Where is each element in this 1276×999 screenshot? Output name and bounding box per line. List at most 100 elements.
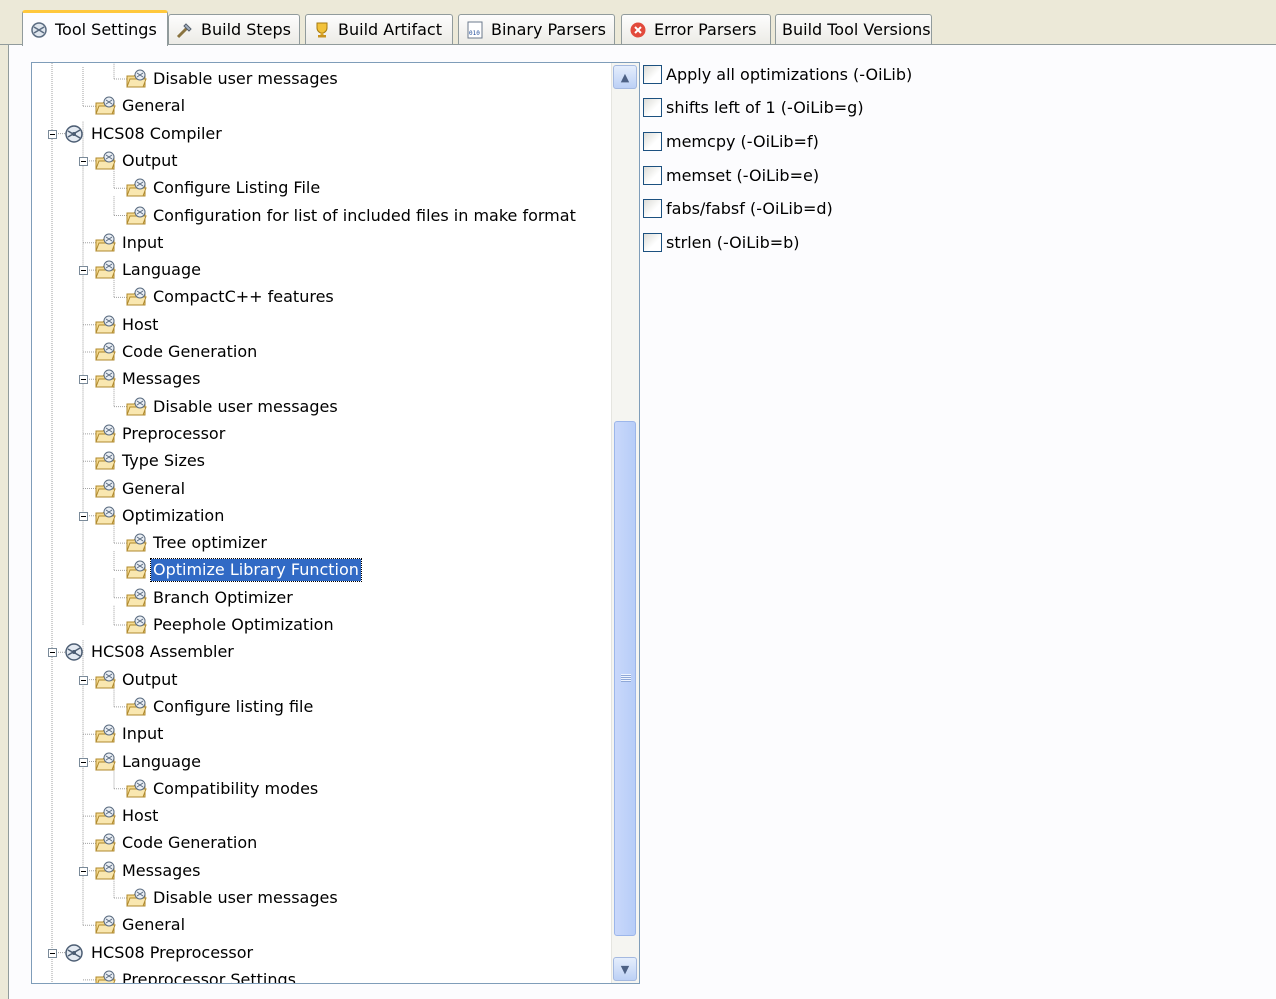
option-category-icon — [94, 723, 116, 745]
tab-label: Tool Settings — [55, 20, 157, 39]
tree-category-node[interactable]: Input — [94, 231, 165, 255]
option-category-icon — [94, 450, 116, 472]
tree-tool-node[interactable]: HCS08 Assembler — [63, 640, 236, 664]
collapse-toggle-icon[interactable] — [79, 266, 88, 276]
tree-category-node[interactable]: Messages — [94, 367, 202, 391]
tree-category-node[interactable]: Preprocessor Settings — [94, 968, 298, 983]
option-category-icon — [125, 532, 147, 554]
tree-category-node[interactable]: General — [94, 94, 187, 118]
tree-category-node[interactable]: Host — [94, 313, 160, 337]
option-category-icon — [125, 559, 147, 581]
tree-tool-node[interactable]: HCS08 Compiler — [63, 122, 224, 146]
tree-category-node[interactable]: General — [94, 477, 187, 501]
option-checkbox-row[interactable]: memcpy (-OiLib=f) — [643, 129, 819, 153]
tree-category-node[interactable]: Compatibility modes — [125, 777, 320, 801]
checkbox[interactable] — [643, 98, 662, 118]
collapse-toggle-icon[interactable] — [48, 948, 57, 958]
tree-category-node[interactable]: Branch Optimizer — [125, 586, 295, 610]
settings-tree[interactable]: Disable user messages General HCS08 Compil… — [31, 62, 640, 984]
collapse-toggle-icon[interactable] — [79, 866, 88, 876]
scroll-up-button[interactable]: ▲ — [613, 65, 637, 89]
checkbox[interactable] — [643, 199, 662, 219]
option-category-icon — [94, 314, 116, 336]
tree-category-node[interactable]: Input — [94, 722, 165, 746]
checkbox[interactable] — [643, 233, 662, 252]
collapse-toggle-icon[interactable] — [79, 675, 88, 685]
option-checkbox-row[interactable]: shifts left of 1 (-OiLib=g) — [643, 96, 864, 120]
binary-icon: 010 — [465, 20, 485, 40]
tree-category-node[interactable]: Tree optimizer — [125, 531, 269, 555]
option-checkbox-row[interactable]: strlen (-OiLib=b) — [643, 231, 800, 255]
option-category-icon — [94, 969, 116, 983]
tree-node-label: Messages — [122, 369, 201, 389]
option-category-icon — [125, 614, 147, 636]
tree-node-label: Branch Optimizer — [153, 587, 293, 607]
tab-tool-settings[interactable]: Tool Settings — [22, 10, 168, 46]
option-category-icon — [94, 505, 116, 527]
tree-category-node[interactable]: Host — [94, 804, 160, 828]
tree-node-label: CompactC++ features — [153, 287, 334, 307]
tree-category-node[interactable]: CompactC++ features — [125, 285, 336, 309]
tab-label: Binary Parsers — [491, 20, 606, 39]
tree-category-node[interactable]: Configure listing file — [125, 695, 315, 719]
tree-tool-node[interactable]: HCS08 Preprocessor — [63, 941, 255, 965]
collapse-toggle-icon[interactable] — [48, 129, 57, 139]
tree-node-label: HCS08 Assembler — [91, 642, 234, 662]
tree-category-node[interactable]: Output — [94, 668, 180, 692]
tool-settings-icon — [29, 20, 49, 40]
tree-category-node[interactable]: Messages — [94, 859, 202, 883]
option-checkbox-row[interactable]: memset (-OiLib=e) — [643, 163, 819, 187]
tree-category-node[interactable]: Code Generation — [94, 831, 259, 855]
tab-build-steps[interactable]: Build Steps — [168, 14, 300, 44]
tree-node-label: Configure listing file — [153, 696, 314, 716]
option-checkbox-row[interactable]: fabs/fabsf (-OiLib=d) — [643, 197, 833, 221]
tree-node-label: General — [122, 478, 186, 498]
option-checkbox-row[interactable]: Apply all optimizations (-OiLib) — [643, 62, 912, 86]
scroll-down-button[interactable]: ▼ — [613, 957, 637, 981]
collapse-toggle-icon[interactable] — [79, 757, 88, 767]
checkbox-label: memcpy (-OiLib=f) — [666, 131, 819, 151]
tree-category-node[interactable]: Preprocessor — [94, 422, 227, 446]
tree-category-node[interactable]: Disable user messages — [125, 67, 340, 91]
tab-build-tool-versions[interactable]: Build Tool Versions — [775, 14, 932, 44]
checkbox[interactable] — [643, 165, 662, 185]
tree-category-node[interactable]: Disable user messages — [125, 886, 340, 910]
checkbox[interactable] — [643, 131, 662, 151]
tree-category-node[interactable]: Configuration for list of included files… — [125, 204, 578, 228]
tree-category-node[interactable]: Configure Listing File — [125, 176, 322, 200]
tab-build-artifact[interactable]: Build Artifact — [305, 14, 453, 44]
option-category-icon — [125, 587, 147, 609]
option-category-icon — [94, 95, 116, 117]
tab-label: Error Parsers — [654, 20, 757, 39]
collapse-toggle-icon[interactable] — [79, 375, 88, 385]
tree-category-node[interactable]: Language — [94, 750, 203, 774]
tab-error-parsers[interactable]: Error Parsers — [621, 14, 771, 44]
option-category-icon — [125, 396, 147, 418]
tree-category-node[interactable]: Output — [94, 149, 180, 173]
collapse-toggle-icon[interactable] — [79, 511, 88, 521]
tree-vertical-scrollbar[interactable]: ▲ ▼ — [611, 63, 639, 983]
collapse-toggle-icon[interactable] — [48, 648, 57, 658]
option-category-icon — [125, 778, 147, 800]
collapse-toggle-icon[interactable] — [79, 156, 88, 166]
tree-node-label: Messages — [122, 860, 201, 880]
tree-node-label: Code Generation — [122, 833, 258, 853]
option-category-icon — [94, 368, 116, 390]
scroll-thumb[interactable] — [614, 421, 636, 936]
option-category-icon — [94, 805, 116, 827]
tree-category-node[interactable]: Code Generation — [94, 340, 259, 364]
tab-binary-parsers[interactable]: 010 Binary Parsers — [458, 14, 615, 44]
tree-category-node[interactable]: Optimize Library Function — [125, 558, 362, 583]
tree-category-node[interactable]: Optimization — [94, 504, 226, 528]
tree-category-node[interactable]: Language — [94, 258, 203, 282]
tree-node-label: Optimize Library Function — [150, 558, 362, 583]
tree-category-node[interactable]: Type Sizes — [94, 449, 207, 473]
option-category-icon — [94, 914, 116, 936]
tree-category-node[interactable]: Disable user messages — [125, 395, 340, 419]
tree-category-node[interactable]: General — [94, 913, 187, 937]
checkbox[interactable] — [643, 64, 662, 84]
tree-node-label: Output — [122, 669, 178, 689]
tree-node-label: Output — [122, 150, 178, 170]
trophy-icon — [312, 20, 332, 40]
tree-category-node[interactable]: Peephole Optimization — [125, 613, 336, 637]
